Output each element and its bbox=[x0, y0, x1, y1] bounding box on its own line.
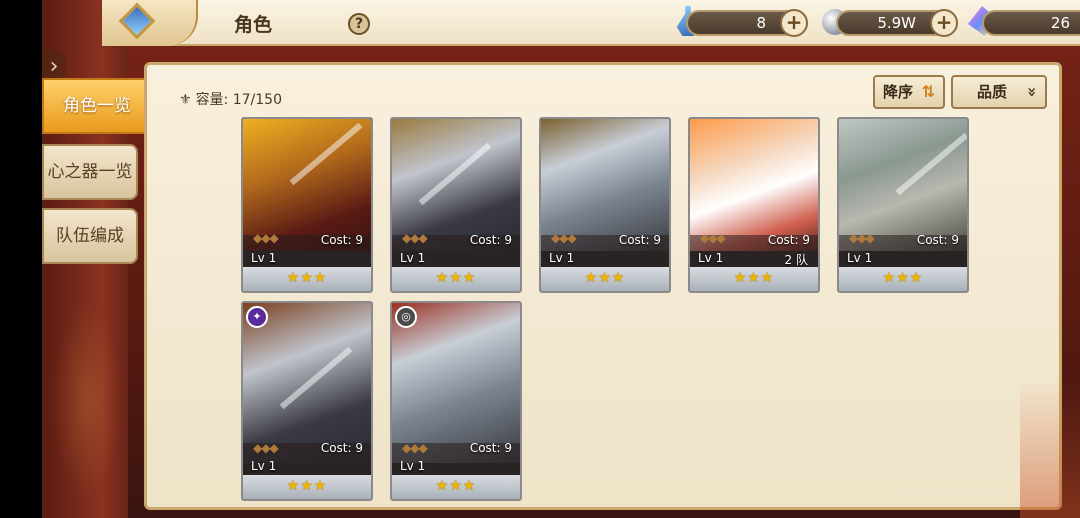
card-cost: Cost: 9 bbox=[767, 233, 810, 247]
character-card[interactable]: ◆◆◆ Cost: 9 Lv 1 2 队 ★★★ bbox=[688, 117, 820, 293]
card-cost: Cost: 9 bbox=[469, 233, 512, 247]
element-badge-icon: ✦ bbox=[246, 306, 268, 328]
add-potion-button[interactable]: + bbox=[780, 9, 808, 37]
card-level: Lv 1 bbox=[549, 251, 575, 265]
menu-emblem[interactable] bbox=[102, 0, 198, 46]
add-silver-button[interactable]: + bbox=[930, 9, 958, 37]
card-stars: ★★★ bbox=[243, 475, 371, 499]
tab-team-formation[interactable]: 队伍编成 bbox=[42, 208, 138, 264]
corner-decoration bbox=[1020, 378, 1080, 518]
rank-diamonds-icon: ◆◆◆ bbox=[551, 231, 577, 245]
rank-diamonds-icon: ◆◆◆ bbox=[253, 231, 279, 245]
portrait-highlight bbox=[418, 142, 492, 206]
crystal-counter: 26 bbox=[982, 10, 1080, 36]
card-cost: Cost: 9 bbox=[916, 233, 959, 247]
chevron-down-icon: » bbox=[1022, 86, 1042, 98]
card-stars: ★★★ bbox=[541, 267, 669, 291]
card-stars: ★★★ bbox=[690, 267, 818, 291]
character-card[interactable]: ◆◆◆ Cost: 9 Lv 1 ★★★ bbox=[241, 117, 373, 293]
fleur-icon: ⚜ bbox=[179, 92, 192, 108]
character-card[interactable]: ◆◆◆ Cost: 9 Lv 1 ★★★ bbox=[390, 117, 522, 293]
sort-label: 降序 bbox=[883, 83, 914, 101]
portrait-highlight bbox=[289, 122, 363, 186]
element-badge-icon: ◎ bbox=[395, 306, 417, 328]
tab-character-list[interactable]: 角色一览 bbox=[42, 78, 152, 134]
card-level: Lv 1 bbox=[400, 459, 426, 473]
card-cost: Cost: 9 bbox=[320, 441, 363, 455]
character-portrait bbox=[392, 303, 520, 463]
top-bar: 角色 ? 8 + 5.9W + 26 bbox=[102, 0, 1080, 46]
card-cost: Cost: 9 bbox=[469, 441, 512, 455]
rank-diamonds-icon: ◆◆◆ bbox=[700, 231, 726, 245]
character-card[interactable]: ◆◆◆ Cost: 9 Lv 1 ★★★ bbox=[539, 117, 671, 293]
decorative-ornament bbox=[52, 300, 122, 500]
silver-value: 5.9W bbox=[877, 14, 916, 32]
filter-label: 品质 bbox=[977, 83, 1008, 101]
card-level: Lv 1 bbox=[251, 459, 277, 473]
silver-counter: 5.9W + bbox=[836, 9, 958, 37]
card-level: Lv 1 bbox=[251, 251, 277, 265]
team-tag: 2 队 bbox=[784, 253, 808, 267]
rank-diamonds-icon: ◆◆◆ bbox=[402, 441, 428, 455]
card-stars: ★★★ bbox=[839, 267, 967, 291]
character-card[interactable]: ◆◆◆ Cost: 9 Lv 1 ★★★ bbox=[837, 117, 969, 293]
card-stars: ★★★ bbox=[243, 267, 371, 291]
card-cost: Cost: 9 bbox=[320, 233, 363, 247]
potion-counter: 8 + bbox=[686, 9, 808, 37]
rank-diamonds-icon: ◆◆◆ bbox=[849, 231, 875, 245]
card-level: Lv 1 bbox=[698, 251, 724, 265]
rank-diamonds-icon: ◆◆◆ bbox=[402, 231, 428, 245]
game-screen: 角色 ? 8 + 5.9W + 26 › 角色一览 心之器一览 队伍编成 ⚜ 容量… bbox=[42, 0, 1080, 518]
character-panel: ⚜ 容量: 17/150 降序 ⇅ 品质 » ◆◆◆ Cost: 9 Lv 1 ★… bbox=[144, 62, 1062, 510]
card-level: Lv 1 bbox=[400, 251, 426, 265]
capacity-value: 17/150 bbox=[232, 92, 282, 108]
emblem-gem-icon bbox=[118, 2, 156, 40]
card-level: Lv 1 bbox=[847, 251, 873, 265]
character-portrait bbox=[243, 303, 371, 463]
quality-filter-button[interactable]: 品质 » bbox=[951, 75, 1047, 109]
crystal-value: 26 bbox=[1050, 14, 1070, 32]
portrait-highlight bbox=[895, 132, 967, 196]
character-card[interactable]: ◎ ◆◆◆ Cost: 9 Lv 1 ★★★ bbox=[390, 301, 522, 501]
help-button[interactable]: ? bbox=[348, 13, 370, 35]
card-cost: Cost: 9 bbox=[618, 233, 661, 247]
sort-arrows-icon: ⇅ bbox=[921, 82, 935, 101]
card-stars: ★★★ bbox=[392, 475, 520, 499]
sort-order-button[interactable]: 降序 ⇅ bbox=[873, 75, 945, 109]
rank-diamonds-icon: ◆◆◆ bbox=[253, 441, 279, 455]
tab-heart-vessel-list[interactable]: 心之器一览 bbox=[42, 144, 138, 200]
character-card[interactable]: ✦ ◆◆◆ Cost: 9 Lv 1 ★★★ bbox=[241, 301, 373, 501]
capacity-label: 容量: bbox=[195, 92, 229, 108]
page-title: 角色 bbox=[234, 14, 273, 36]
potion-value: 8 bbox=[756, 14, 766, 32]
capacity-display: ⚜ 容量: 17/150 bbox=[179, 89, 282, 109]
portrait-highlight bbox=[279, 346, 353, 410]
card-stars: ★★★ bbox=[392, 267, 520, 291]
